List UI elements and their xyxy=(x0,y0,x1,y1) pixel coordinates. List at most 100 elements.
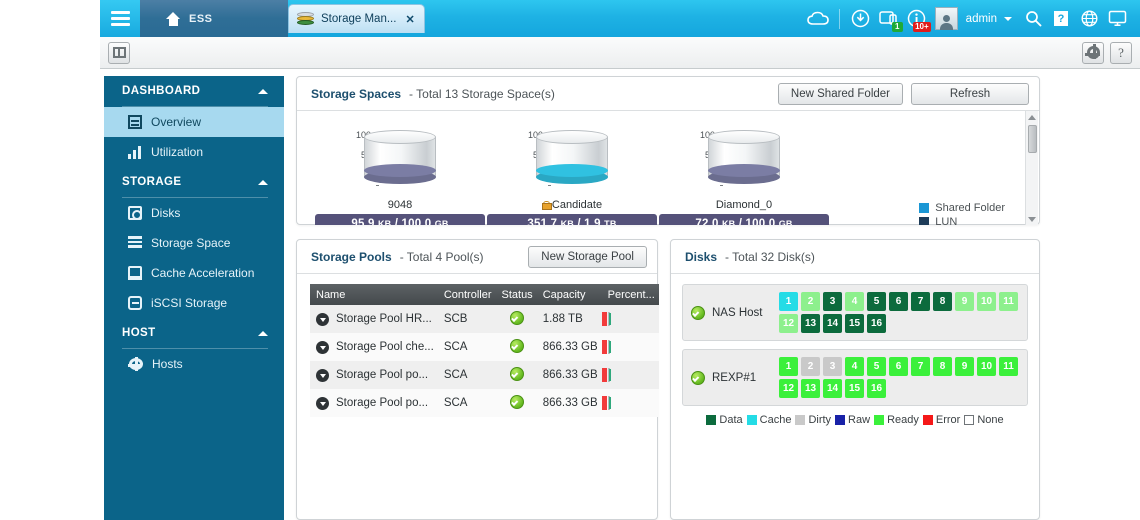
new-shared-folder-button[interactable]: New Shared Folder xyxy=(778,83,903,105)
table-column-header[interactable]: Controller xyxy=(438,284,496,305)
sidebar-item-hosts[interactable]: Hosts xyxy=(104,349,284,379)
scroll-up-icon[interactable] xyxy=(1026,111,1038,123)
help-button[interactable]: ? xyxy=(1110,42,1132,64)
legend-label: Ready xyxy=(887,414,919,426)
cell-percent xyxy=(602,389,659,417)
avatar[interactable] xyxy=(935,7,958,30)
disk-cell[interactable]: 1 xyxy=(779,357,798,376)
table-column-header[interactable]: Capacity xyxy=(537,284,602,305)
disk-cell[interactable]: 3 xyxy=(823,357,842,376)
panel-toggle-button[interactable] xyxy=(108,42,130,64)
disk-cell[interactable]: 2 xyxy=(801,292,820,311)
percent-bar xyxy=(608,312,610,326)
table-column-header[interactable]: Status xyxy=(496,284,537,305)
sidebar-group-dashboard[interactable]: DASHBOARD xyxy=(104,76,284,106)
expand-icon[interactable] xyxy=(316,341,329,354)
disk-cell[interactable]: 6 xyxy=(889,357,908,376)
cell-controller: SCA xyxy=(438,389,496,417)
scrollbar-thumb[interactable] xyxy=(1028,125,1037,153)
disk-cell[interactable]: 15 xyxy=(845,379,864,398)
sidebar-group-storage[interactable]: STORAGE xyxy=(104,167,284,197)
new-storage-pool-button[interactable]: New Storage Pool xyxy=(528,246,647,268)
storage-space-item[interactable]: 100 50 0 9048 95.9 KB / 100.0 GB xyxy=(315,125,485,225)
sidebar-group-label: STORAGE xyxy=(122,176,181,188)
disk-cell[interactable]: 13 xyxy=(801,379,820,398)
disk-cell[interactable]: 6 xyxy=(889,292,908,311)
globe-icon[interactable] xyxy=(1076,6,1102,32)
monitor-icon[interactable]: 1 xyxy=(876,6,902,32)
axis-tick-minor xyxy=(548,185,551,186)
status-ok-icon xyxy=(510,311,524,325)
disk-cell[interactable]: 4 xyxy=(845,292,864,311)
expand-icon[interactable] xyxy=(316,397,329,410)
app-tab-storage-manager[interactable]: Storage Man... ✕ xyxy=(288,4,425,33)
table-row[interactable]: Storage Pool po... SCA 866.33 GB xyxy=(310,389,659,417)
disk-cell[interactable]: 12 xyxy=(779,379,798,398)
expand-icon[interactable] xyxy=(316,313,329,326)
help-icon[interactable]: ? xyxy=(1048,6,1074,32)
info-icon[interactable]: 10+ xyxy=(904,6,930,32)
table-column-header[interactable]: Name xyxy=(310,284,438,305)
table-row[interactable]: Storage Pool HR... SCB 1.88 TB xyxy=(310,305,659,333)
sidebar-item-iscsi-storage[interactable]: iSCSI Storage xyxy=(104,288,284,318)
disk-cell[interactable]: 4 xyxy=(845,357,864,376)
table-row[interactable]: Storage Pool po... SCA 866.33 GB xyxy=(310,361,659,389)
disk-cell[interactable]: 1 xyxy=(779,292,798,311)
table-column-header[interactable]: Percent... xyxy=(602,284,659,305)
disk-cell[interactable]: 13 xyxy=(801,314,820,333)
chevron-down-icon[interactable] xyxy=(1004,17,1012,21)
display-icon[interactable] xyxy=(1104,6,1130,32)
hamburger-menu-button[interactable] xyxy=(100,0,140,37)
disk-cell[interactable]: 14 xyxy=(823,314,842,333)
settings-button[interactable] xyxy=(1082,42,1104,64)
disk-cell[interactable]: 12 xyxy=(779,314,798,333)
refresh-button[interactable]: Refresh xyxy=(911,83,1029,105)
sidebar-item-storage-space[interactable]: Storage Space xyxy=(104,228,284,258)
scroll-down-icon[interactable] xyxy=(1026,213,1038,225)
sidebar-group-host[interactable]: HOST xyxy=(104,318,284,348)
home-tab-ess[interactable]: ESS xyxy=(140,0,288,37)
disk-cell[interactable]: 5 xyxy=(867,357,886,376)
storage-manager-window: ESS Storage Man... ✕ 1 10+ xyxy=(0,0,1140,520)
disk-cell[interactable]: 7 xyxy=(911,357,930,376)
cylinder-fill-top xyxy=(536,164,608,177)
cloud-icon[interactable] xyxy=(805,6,831,32)
disk-cell[interactable]: 9 xyxy=(955,357,974,376)
sidebar-item-disks[interactable]: Disks xyxy=(104,198,284,228)
storage-space-icon xyxy=(128,236,142,250)
overview-icon xyxy=(128,115,142,129)
disk-cell[interactable]: 11 xyxy=(999,292,1018,311)
sidebar-item-utilization[interactable]: Utilization xyxy=(104,137,284,167)
legend-item: None xyxy=(964,414,1003,426)
axis-tick-minor xyxy=(720,185,723,186)
legend-item: LUN xyxy=(919,215,1005,225)
disk-cell[interactable]: 16 xyxy=(867,379,886,398)
disk-cell[interactable]: 10 xyxy=(977,357,996,376)
disk-cell[interactable]: 5 xyxy=(867,292,886,311)
admin-username-label[interactable]: admin xyxy=(966,13,997,25)
disk-cell[interactable]: 3 xyxy=(823,292,842,311)
storage-space-item[interactable]: 100 50 0 Candidate 351.7 KB / 1.9 TB xyxy=(487,125,657,225)
disk-cell[interactable]: 16 xyxy=(867,314,886,333)
disk-cell[interactable]: 9 xyxy=(955,292,974,311)
disk-cell[interactable]: 8 xyxy=(933,292,952,311)
disk-cell[interactable]: 14 xyxy=(823,379,842,398)
disk-cell[interactable]: 7 xyxy=(911,292,930,311)
download-icon[interactable] xyxy=(848,6,874,32)
legend-swatch xyxy=(747,415,757,425)
table-row[interactable]: Storage Pool che... SCA 866.33 GB xyxy=(310,333,659,361)
storage-spaces-scrollbar[interactable] xyxy=(1025,111,1038,225)
sidebar-item-cache-acceleration[interactable]: Cache Acceleration xyxy=(104,258,284,288)
subbar-left-filler xyxy=(0,37,100,69)
disk-cell[interactable]: 2 xyxy=(801,357,820,376)
close-icon[interactable]: ✕ xyxy=(405,13,414,26)
disk-cell[interactable]: 10 xyxy=(977,292,996,311)
disk-cell[interactable]: 15 xyxy=(845,314,864,333)
disk-cell[interactable]: 8 xyxy=(933,357,952,376)
search-icon[interactable] xyxy=(1020,6,1046,32)
sidebar-item-overview[interactable]: Overview xyxy=(104,107,284,137)
storage-space-item[interactable]: 100 50 0 Diamond_0 72.0 KB / 100.0 GB xyxy=(659,125,829,225)
storage-spaces-header: Storage Spaces - Total 13 Storage Space(… xyxy=(297,77,1039,111)
disk-cell[interactable]: 11 xyxy=(999,357,1018,376)
expand-icon[interactable] xyxy=(316,369,329,382)
